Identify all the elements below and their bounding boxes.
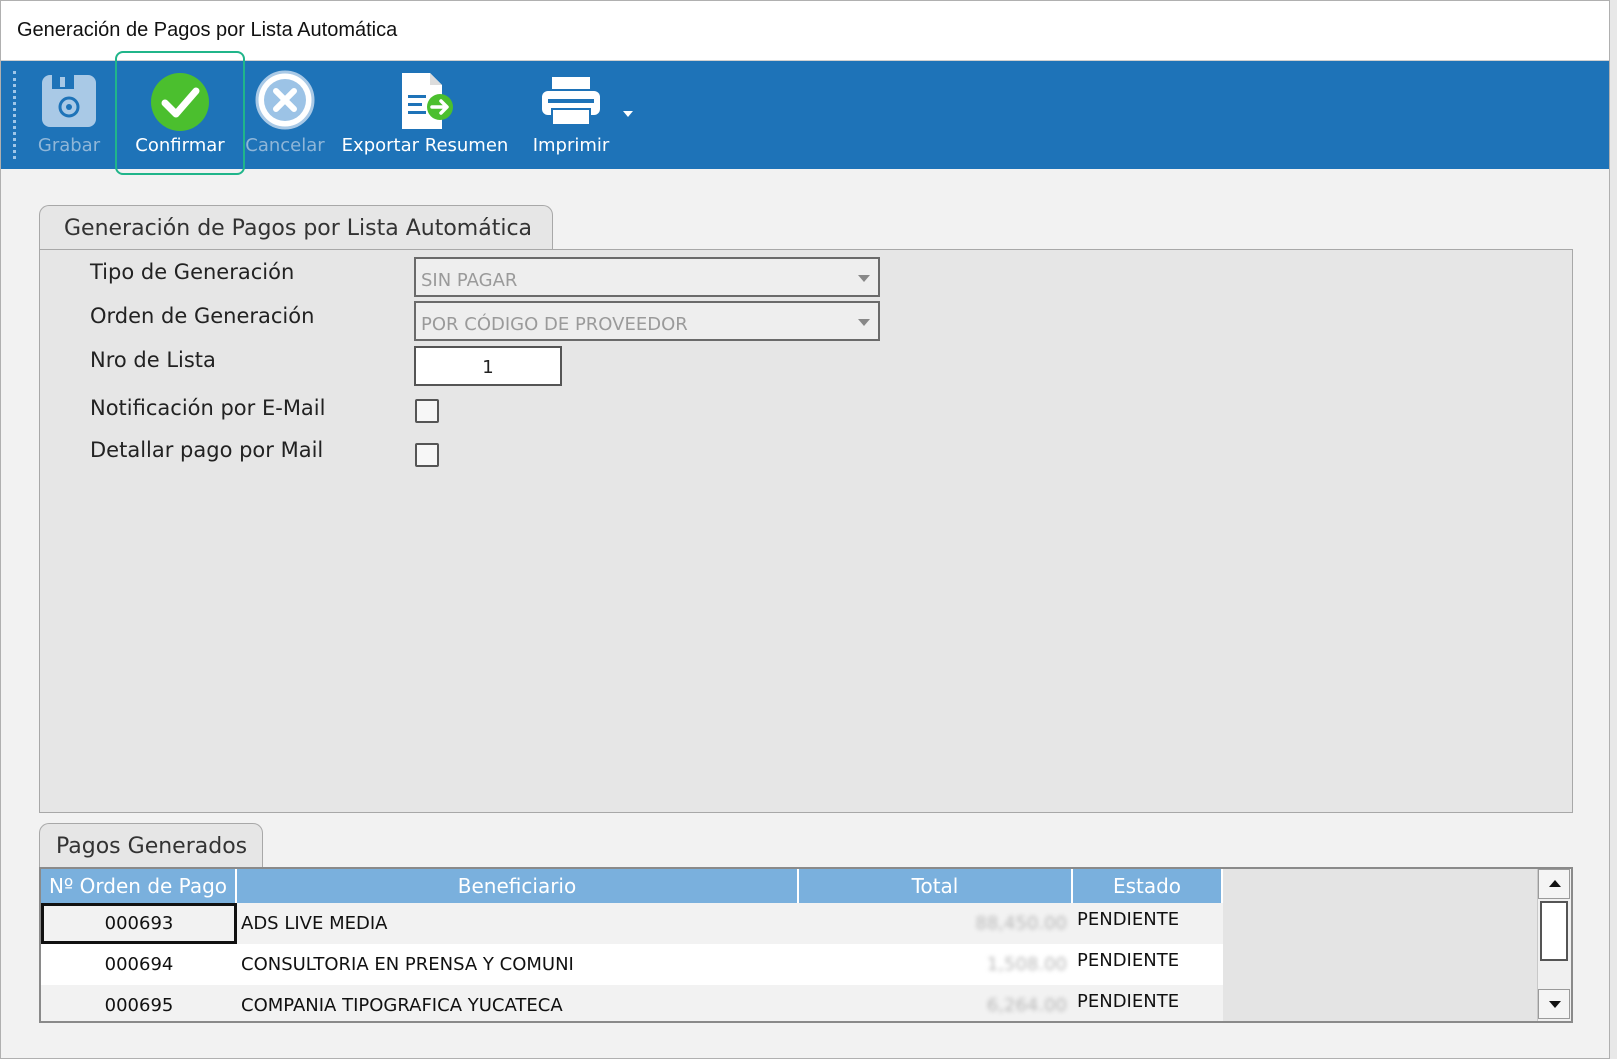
exportar-resumen-button[interactable]: Exportar Resumen bbox=[335, 61, 515, 169]
toolbar: Grabar Confirmar Cancelar Exportar Resum… bbox=[1, 51, 1609, 175]
scroll-down-arrow-icon[interactable] bbox=[1538, 989, 1570, 1019]
orden-cell[interactable]: 000693 bbox=[41, 903, 237, 944]
tab-pagos-generados[interactable]: Pagos Generados bbox=[39, 823, 263, 869]
dialog-window: Generación de Pagos por Lista Automática… bbox=[0, 0, 1610, 1059]
confirmar-button[interactable]: Confirmar bbox=[115, 51, 245, 175]
nro-lista-label: Nro de Lista bbox=[90, 348, 216, 372]
tipo-generacion-label: Tipo de Generación bbox=[90, 260, 295, 284]
grabar-button[interactable]: Grabar bbox=[31, 61, 107, 169]
chevron-down-icon bbox=[858, 275, 870, 282]
orden-generacion-select[interactable]: POR CÓDIGO DE PROVEEDOR bbox=[414, 301, 880, 341]
detallar-pago-label: Detallar pago por Mail bbox=[90, 438, 324, 462]
cancel-circle-icon bbox=[254, 69, 316, 136]
scroll-up-arrow-icon[interactable] bbox=[1538, 869, 1570, 899]
estado-cell[interactable]: PENDIENTE bbox=[1077, 944, 1223, 985]
tipo-generacion-value: SIN PAGAR bbox=[421, 270, 518, 291]
imprimir-label: Imprimir bbox=[532, 135, 610, 156]
table-row[interactable]: 000694 CONSULTORIA EN PRENSA Y COMUNI 1,… bbox=[41, 944, 1223, 985]
confirmar-label: Confirmar bbox=[135, 135, 225, 156]
background-window-edge bbox=[1610, 0, 1617, 1059]
nro-lista-input[interactable]: 1 bbox=[414, 346, 562, 386]
orden-generacion-value: POR CÓDIGO DE PROVEEDOR bbox=[421, 314, 688, 335]
orden-cell[interactable]: 000694 bbox=[41, 944, 237, 985]
form-panel: Tipo de Generación SIN PAGAR Orden de Ge… bbox=[39, 249, 1573, 813]
cancelar-button[interactable]: Cancelar bbox=[245, 61, 325, 169]
printer-icon bbox=[538, 69, 604, 136]
column-header-beneficiario[interactable]: Beneficiario bbox=[237, 869, 799, 903]
tab-generacion[interactable]: Generación de Pagos por Lista Automática bbox=[39, 205, 553, 251]
window-title: Generación de Pagos por Lista Automática bbox=[17, 19, 398, 41]
tab-pagos-generados-label: Pagos Generados bbox=[56, 834, 248, 859]
imprimir-dropdown-arrow-icon[interactable] bbox=[623, 111, 633, 117]
chevron-down-icon bbox=[858, 319, 870, 326]
scrollbar-thumb[interactable] bbox=[1540, 901, 1568, 961]
estado-cell[interactable]: PENDIENTE bbox=[1077, 985, 1223, 1021]
pagos-grid[interactable]: Nº Orden de Pago Beneficiario Total Esta… bbox=[39, 867, 1573, 1023]
notificacion-email-checkbox[interactable] bbox=[415, 399, 439, 423]
imprimir-button[interactable]: Imprimir bbox=[527, 61, 615, 169]
beneficiario-cell[interactable]: COMPANIA TIPOGRAFICA YUCATECA bbox=[241, 985, 797, 1021]
toolbar-grip[interactable] bbox=[13, 71, 17, 159]
check-circle-icon bbox=[149, 71, 211, 138]
total-cell[interactable]: 1,508.00 bbox=[799, 944, 1073, 985]
tab-generacion-label: Generación de Pagos por Lista Automática bbox=[64, 216, 533, 241]
estado-cell[interactable]: PENDIENTE bbox=[1077, 903, 1223, 944]
exportar-resumen-label: Exportar Resumen bbox=[341, 135, 509, 156]
tipo-generacion-select[interactable]: SIN PAGAR bbox=[414, 257, 880, 297]
grabar-label: Grabar bbox=[37, 135, 101, 156]
beneficiario-cell[interactable]: CONSULTORIA EN PRENSA Y COMUNI bbox=[241, 944, 797, 985]
column-header-total[interactable]: Total bbox=[799, 869, 1073, 903]
column-header-estado[interactable]: Estado bbox=[1073, 869, 1223, 903]
cancelar-label: Cancelar bbox=[245, 135, 325, 156]
export-document-icon bbox=[394, 69, 456, 140]
total-cell[interactable]: 88,450.00 bbox=[799, 903, 1073, 944]
orden-cell[interactable]: 000695 bbox=[41, 985, 237, 1021]
save-icon bbox=[38, 69, 100, 136]
detallar-pago-checkbox[interactable] bbox=[415, 443, 439, 467]
table-row[interactable]: 000695 COMPANIA TIPOGRAFICA YUCATECA 6,2… bbox=[41, 985, 1223, 1021]
orden-generacion-label: Orden de Generación bbox=[90, 304, 315, 328]
column-header-orden[interactable]: Nº Orden de Pago bbox=[41, 869, 237, 903]
beneficiario-cell[interactable]: ADS LIVE MEDIA bbox=[241, 903, 797, 944]
total-cell[interactable]: 6,264.00 bbox=[799, 985, 1073, 1021]
table-row[interactable]: 000693 ADS LIVE MEDIA 88,450.00 PENDIENT… bbox=[41, 903, 1223, 944]
notificacion-email-label: Notificación por E-Mail bbox=[90, 396, 326, 420]
grid-vertical-scrollbar[interactable] bbox=[1537, 869, 1571, 1021]
